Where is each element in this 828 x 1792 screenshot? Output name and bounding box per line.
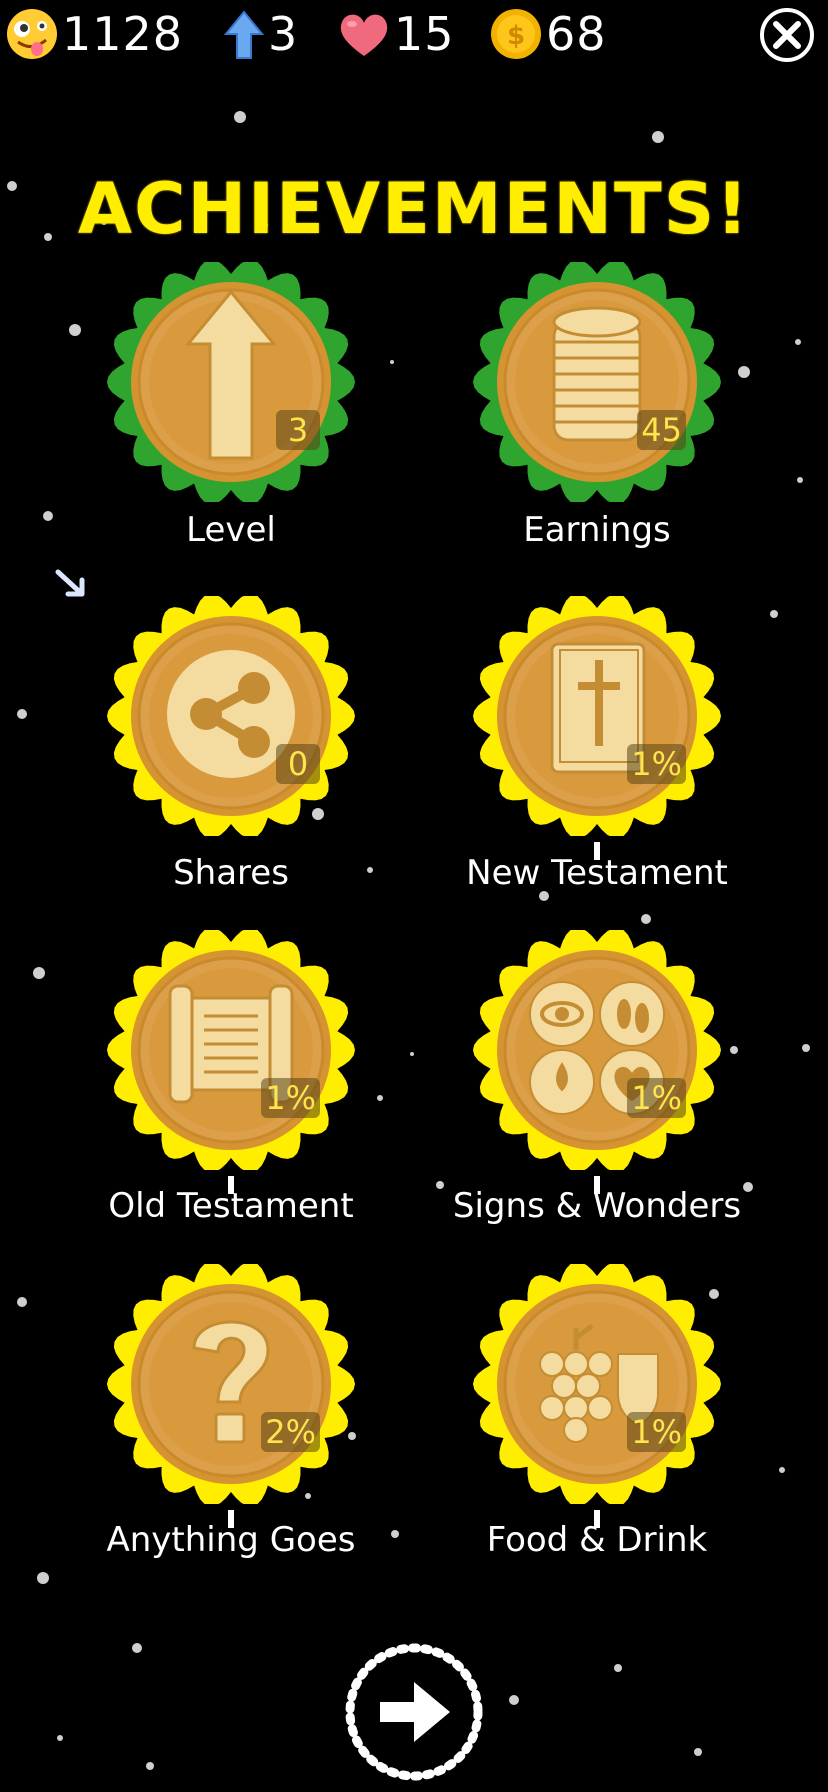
medal xyxy=(473,262,721,502)
coin-stack-icon xyxy=(552,306,642,442)
score-value: 1128 xyxy=(62,7,184,61)
score-stat: 1128 xyxy=(4,6,183,62)
badge-count: 1% xyxy=(627,744,686,784)
badge-label-food-drink: Food & Drink xyxy=(486,1520,708,1560)
badge-level[interactable]: 3 xyxy=(106,262,356,502)
badge-label-shares: Shares xyxy=(173,853,289,893)
badge-earnings[interactable]: 45 xyxy=(472,262,722,502)
heart-icon xyxy=(340,14,388,56)
badge-label-new-testament: New Testament xyxy=(466,853,728,893)
crazy-face-emoji-icon xyxy=(7,9,57,59)
badge-count: 45 xyxy=(637,410,686,450)
gold-coin-icon: $ xyxy=(491,9,541,59)
page-title: ACHIEVEMENTS! xyxy=(77,168,751,250)
close-icon xyxy=(760,8,814,62)
lives-stat: 15 xyxy=(336,6,455,62)
svg-text:$: $ xyxy=(507,21,525,51)
next-button[interactable] xyxy=(342,1640,486,1784)
badge-anything-goes[interactable]: 2% xyxy=(106,1264,356,1528)
badge-count: 1% xyxy=(261,1078,320,1118)
badge-label-signs-wonders: Signs & Wonders xyxy=(452,1186,742,1226)
lives-value: 15 xyxy=(394,7,455,61)
badge-count: 3 xyxy=(276,410,320,450)
pointer-arrow-icon xyxy=(55,569,85,597)
badge-old-testament[interactable]: 1% xyxy=(106,930,356,1194)
badge-food-drink[interactable]: 1% xyxy=(472,1264,722,1528)
level-value: 3 xyxy=(268,7,299,61)
medal xyxy=(107,930,355,1170)
badge-signs-wonders[interactable]: 1% xyxy=(472,930,722,1194)
level-stat: 3 xyxy=(222,6,298,62)
coins-stat: $ 68 xyxy=(488,6,607,62)
medal xyxy=(473,930,721,1170)
medal xyxy=(473,596,721,836)
badge-count: 2% xyxy=(261,1412,320,1452)
badge-new-testament[interactable]: 1% xyxy=(472,596,722,860)
medal xyxy=(107,262,355,502)
medal xyxy=(107,1264,355,1504)
badge-count: 1% xyxy=(627,1078,686,1118)
coins-value: 68 xyxy=(546,7,607,61)
medal xyxy=(107,596,355,836)
status-bar: 1128 3 15 $ 68 xyxy=(0,0,828,70)
blue-up-arrow-icon xyxy=(223,10,265,59)
badge-count: 1% xyxy=(627,1412,686,1452)
badge-label-old-testament: Old Testament xyxy=(108,1186,354,1226)
medal xyxy=(473,1264,721,1504)
close-button[interactable] xyxy=(758,6,816,64)
badge-label-level: Level xyxy=(186,510,276,550)
right-arrow-icon xyxy=(345,1643,483,1781)
badge-count: 0 xyxy=(276,744,320,784)
badge-shares[interactable]: 0 xyxy=(106,596,356,836)
badge-label-anything-goes: Anything Goes xyxy=(106,1520,356,1560)
badge-label-earnings: Earnings xyxy=(523,510,671,550)
